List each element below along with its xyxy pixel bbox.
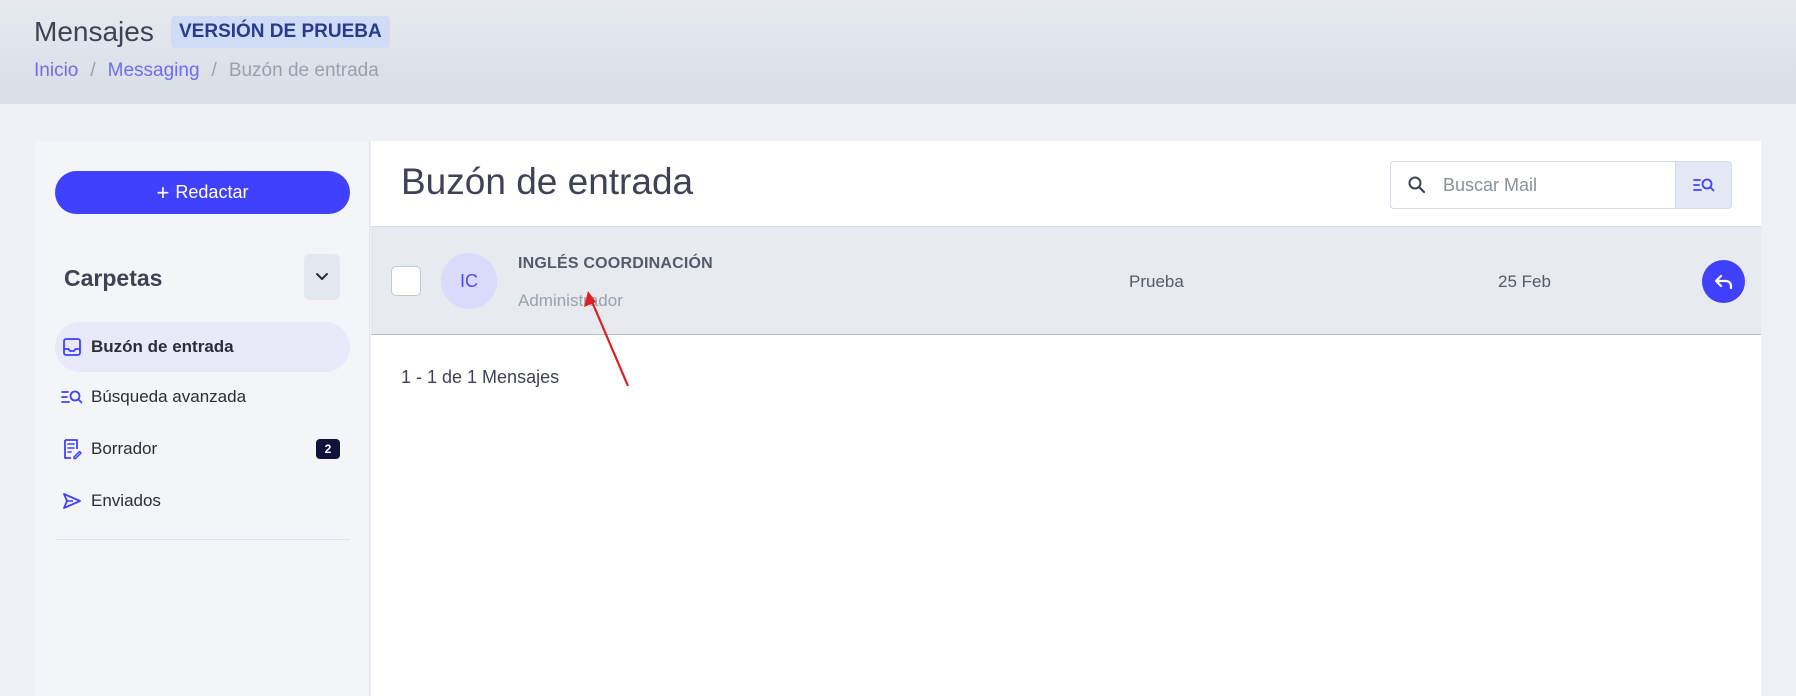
breadcrumb-messaging-link[interactable]: Messaging xyxy=(108,60,200,82)
message-select-checkbox[interactable] xyxy=(391,266,421,296)
sidebar-item-sent[interactable]: Enviados xyxy=(55,476,350,526)
sidebar-divider xyxy=(55,539,350,540)
search-input[interactable] xyxy=(1443,174,1663,196)
breadcrumb-separator: / xyxy=(90,60,96,81)
breadcrumb-home-link[interactable]: Inicio xyxy=(34,60,78,82)
sidebar-item-label: Búsqueda avanzada xyxy=(91,387,247,406)
sidebar: + Redactar Carpetas Buzón de entrada Bús… xyxy=(35,141,370,696)
search-box xyxy=(1390,161,1675,209)
chevron-down-icon xyxy=(316,273,328,280)
advanced-search-button[interactable] xyxy=(1675,161,1732,209)
message-subject: Prueba xyxy=(1129,272,1184,291)
sidebar-item-advanced-search[interactable]: Búsqueda avanzada xyxy=(55,372,350,422)
breadcrumb: Inicio / Messaging / Buzón de entrada xyxy=(34,60,379,82)
message-sender: INGLÉS COORDINACIÓN xyxy=(518,255,713,272)
breadcrumb-current: Buzón de entrada xyxy=(228,60,379,81)
advanced-search-icon xyxy=(1692,178,1714,192)
message-date: 25 Feb xyxy=(1498,272,1551,291)
advanced-search-icon xyxy=(61,386,83,408)
reply-button[interactable] xyxy=(1702,260,1745,303)
mail-list-panel: Buzón de entrada IC INGLÉS COORDINACIÓN … xyxy=(371,141,1761,696)
message-sender-role: Administrador xyxy=(518,291,623,310)
search-icon xyxy=(1407,175,1429,195)
compose-button-label: Redactar xyxy=(175,182,249,202)
mailbox-title: Buzón de entrada xyxy=(401,161,694,202)
message-row[interactable]: IC INGLÉS COORDINACIÓN Administrador Pru… xyxy=(371,227,1761,335)
sidebar-item-label: Borrador xyxy=(91,439,158,458)
draft-icon xyxy=(61,438,83,460)
trial-version-badge: VERSIÓN DE PRUEBA xyxy=(171,16,390,48)
avatar: IC xyxy=(441,253,497,309)
sidebar-item-label: Enviados xyxy=(91,491,161,510)
page-header: Mensajes VERSIÓN DE PRUEBA Inicio / Mess… xyxy=(0,0,1796,104)
page-title: Mensajes xyxy=(34,16,154,47)
plus-icon: + xyxy=(156,179,170,205)
drafts-count-badge: 2 xyxy=(316,439,340,459)
inbox-icon xyxy=(61,336,83,358)
folders-title: Carpetas xyxy=(64,265,163,291)
compose-button[interactable]: + Redactar xyxy=(55,171,350,214)
pagination-info: 1 - 1 de 1 Mensajes xyxy=(401,367,560,387)
breadcrumb-separator: / xyxy=(211,60,217,81)
sidebar-item-drafts[interactable]: Borrador 2 xyxy=(55,424,350,474)
send-icon xyxy=(61,490,83,512)
folders-collapse-toggle[interactable] xyxy=(304,254,340,300)
sidebar-item-inbox[interactable]: Buzón de entrada xyxy=(55,322,350,372)
reply-icon xyxy=(1714,274,1732,289)
sidebar-item-label: Buzón de entrada xyxy=(91,337,234,356)
